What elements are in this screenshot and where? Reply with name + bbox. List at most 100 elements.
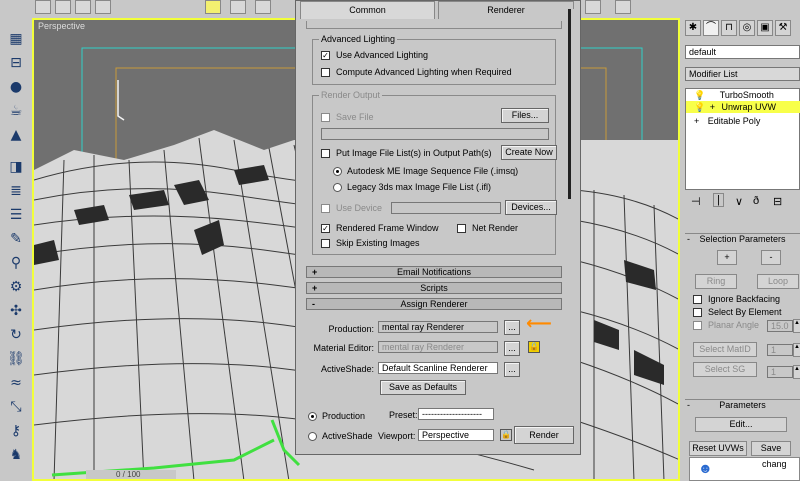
toolbar-icon[interactable] xyxy=(255,0,271,14)
poly-icon[interactable]: ◨ xyxy=(6,158,26,176)
save-as-defaults-button[interactable]: Save as Defaults xyxy=(380,380,466,395)
matid-field[interactable]: 1 xyxy=(767,344,793,356)
boxes-icon[interactable]: ▦ xyxy=(6,30,26,48)
autodesk-me-radio[interactable]: Autodesk ME Image Sequence File (.imsq) xyxy=(333,166,518,176)
dialog-scrollbar[interactable] xyxy=(566,9,574,407)
bone-icon[interactable]: ⚷ xyxy=(6,422,26,440)
output-path-field[interactable] xyxy=(321,128,549,140)
gear-icon[interactable]: ⚙ xyxy=(6,278,26,296)
select-object-icon[interactable] xyxy=(205,0,221,14)
viewport-lock-icon[interactable]: 🔒 xyxy=(500,429,512,441)
select-by-element-checkbox[interactable]: Select By Element xyxy=(693,307,782,317)
expand-icon[interactable]: + xyxy=(710,102,715,112)
brush-icon[interactable]: ✎ xyxy=(6,230,26,248)
planar-angle-spinner[interactable]: ▲▼ xyxy=(793,319,800,333)
display-tab-icon[interactable]: ▣ xyxy=(757,20,773,36)
grow-selection-button[interactable]: + xyxy=(717,250,737,265)
checkbox[interactable] xyxy=(457,223,466,233)
walk-icon[interactable]: ♞ xyxy=(6,446,26,464)
selection-parameters-header[interactable]: - Selection Parameters xyxy=(685,233,800,244)
preset-dropdown[interactable]: -------------------- xyxy=(418,408,494,420)
files-button[interactable]: Files... xyxy=(501,108,549,123)
viewport-label[interactable]: Perspective xyxy=(38,21,85,31)
motion-tab-icon[interactable]: ◎ xyxy=(739,20,755,36)
object-name-field[interactable]: default xyxy=(685,45,800,59)
devices-button[interactable]: Devices... xyxy=(505,200,557,215)
toolbar-icon[interactable] xyxy=(230,0,246,14)
radio-selected[interactable] xyxy=(333,166,342,176)
tool-icon[interactable]: ⚲ xyxy=(6,254,26,272)
planar-angle-field[interactable]: 15.0 xyxy=(767,320,793,332)
checkbox[interactable] xyxy=(321,203,330,213)
activeshade-radio[interactable]: ActiveShade xyxy=(308,431,373,441)
ring-button[interactable]: Ring xyxy=(695,274,737,289)
email-notifications-rollout[interactable]: + Email Notifications xyxy=(306,266,562,278)
remove-modifier-icon[interactable]: ð xyxy=(753,195,759,207)
teapot-icon[interactable]: ☕ xyxy=(6,102,26,120)
save-uvw-button[interactable]: Save xyxy=(751,441,791,456)
stack-icon[interactable]: ≣ xyxy=(6,182,26,200)
toolbar-icon[interactable] xyxy=(55,0,71,14)
layers-icon[interactable]: ☰ xyxy=(6,206,26,224)
cone-icon[interactable]: ▲ xyxy=(6,126,26,144)
utilities-tab-icon[interactable]: ⚒ xyxy=(775,20,791,36)
notification-popup[interactable]: ☻ chang xyxy=(689,457,800,481)
legacy-ifl-radio[interactable]: Legacy 3ds max Image File List (.ifl) xyxy=(333,182,491,192)
rotate-icon[interactable]: ↻ xyxy=(6,326,26,344)
create-tab-icon[interactable]: ✱ xyxy=(685,20,701,36)
checkbox[interactable] xyxy=(693,307,702,317)
tab-common[interactable]: Common xyxy=(300,1,435,19)
radio[interactable] xyxy=(308,431,317,441)
sg-spinner[interactable]: ▲▼ xyxy=(793,365,800,379)
sg-field[interactable]: 1 xyxy=(767,366,793,378)
radio[interactable] xyxy=(333,182,342,192)
toolbar-icon[interactable] xyxy=(615,0,631,14)
checkbox[interactable] xyxy=(321,67,330,77)
checkbox-checked[interactable]: ✓ xyxy=(321,223,330,233)
net-render-checkbox[interactable]: Net Render xyxy=(457,223,518,233)
select-matid-button[interactable]: Select MatID xyxy=(693,342,757,357)
assign-renderer-rollout[interactable]: - Assign Renderer xyxy=(306,298,562,310)
toolbar-icon[interactable] xyxy=(75,0,91,14)
ignore-backfacing-checkbox[interactable]: Ignore Backfacing xyxy=(693,294,780,304)
lightbulb-icon[interactable]: 💡 xyxy=(694,90,705,100)
viewport-dropdown[interactable]: Perspective xyxy=(418,429,494,441)
checkbox[interactable] xyxy=(321,112,330,122)
loop-button[interactable]: Loop xyxy=(757,274,799,289)
modifier-stack[interactable]: 💡 TurboSmooth 💡 + Unwrap UVW + Editable … xyxy=(685,88,800,190)
scale-icon[interactable]: ⤡ xyxy=(6,398,26,416)
rendered-frame-window-checkbox[interactable]: ✓ Rendered Frame Window xyxy=(321,223,439,233)
render-button[interactable]: Render xyxy=(514,426,574,444)
edit-uvw-button[interactable]: Edit... xyxy=(695,417,787,432)
select-sg-button[interactable]: Select SG xyxy=(693,362,757,377)
use-device-checkbox[interactable]: Use Device xyxy=(321,203,382,213)
configure-sets-icon[interactable]: ⊟ xyxy=(773,195,782,208)
expand-icon[interactable]: + xyxy=(694,116,699,126)
compute-advanced-lighting-checkbox[interactable]: Compute Advanced Lighting when Required xyxy=(321,67,512,77)
production-browse-button[interactable]: ... xyxy=(504,320,520,335)
matid-spinner[interactable]: ▲▼ xyxy=(793,343,800,357)
scrollbar-thumb[interactable] xyxy=(568,9,571,199)
move-icon[interactable]: ✣ xyxy=(6,302,26,320)
use-advanced-lighting-checkbox[interactable]: ✓ Use Advanced Lighting xyxy=(321,50,428,60)
tab-renderer[interactable]: Renderer xyxy=(438,1,574,19)
modifier-list-dropdown[interactable]: Modifier List xyxy=(685,67,800,81)
sphere-icon[interactable]: ● xyxy=(6,78,26,96)
stack-item-editable-poly[interactable]: + Editable Poly xyxy=(686,115,800,127)
show-end-result-icon[interactable]: | xyxy=(713,193,724,207)
create-now-button[interactable]: Create Now xyxy=(501,145,557,160)
hierarchy-tab-icon[interactable]: ⊓ xyxy=(721,20,737,36)
checkbox[interactable] xyxy=(693,294,702,304)
make-unique-icon[interactable]: ∨ xyxy=(735,195,743,208)
cylinder-icon[interactable]: ⊟ xyxy=(6,54,26,72)
shrink-selection-button[interactable]: - xyxy=(761,250,781,265)
planar-angle-checkbox[interactable]: Planar Angle xyxy=(693,320,759,330)
lightbulb-icon[interactable]: 💡 xyxy=(694,102,705,112)
checkbox[interactable] xyxy=(693,320,702,330)
toolbar-icon[interactable] xyxy=(585,0,601,14)
pin-stack-icon[interactable]: ⊣ xyxy=(691,195,701,208)
wave-icon[interactable]: ≈ xyxy=(6,374,26,392)
production-radio[interactable]: Production xyxy=(308,411,365,421)
lock-icon[interactable]: 🔒 xyxy=(528,341,540,353)
checkbox-checked[interactable]: ✓ xyxy=(321,50,330,60)
